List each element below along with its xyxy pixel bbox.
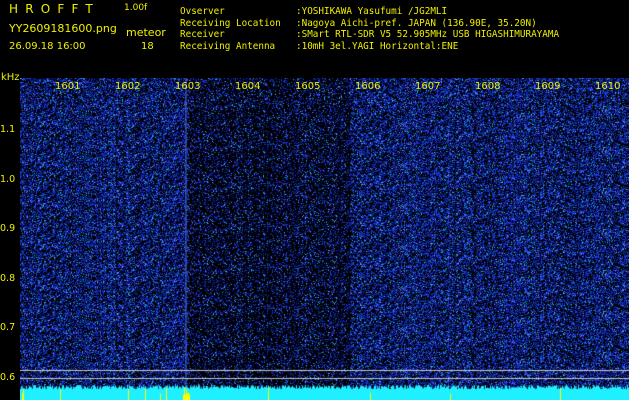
filename-label: YY2609181600.png [9,22,117,35]
y-tick-label: 1.1 [0,124,16,135]
info-label: Ovserver [180,6,225,17]
x-tick-label: 1610 [595,81,621,92]
version-label: 1.00f [124,3,148,13]
timestamp-label: 26.09.18 16:00 [9,41,86,52]
y-tick-label: 0.9 [0,223,16,234]
info-label: Receiving Antenna [180,40,276,52]
x-tick-label: 1601 [55,81,81,92]
x-tick-label: 1603 [175,81,201,92]
spectrogram-plot [20,78,629,400]
waterfall-canvas [20,78,629,400]
info-value: :Nagoya Aichi-pref. JAPAN (136.90E, 35.2… [296,17,537,29]
x-tick-label: 1602 [115,81,141,92]
x-tick-label: 1604 [235,81,261,92]
info-label: Receiving Location [180,17,281,29]
x-tick-label: 1609 [535,81,561,92]
x-tick-label: 1608 [475,81,501,92]
info-value: :SMart RTL-SDR V5 52.905MHz USB HIGASHIM… [296,29,560,40]
spectrogram-window: HROFFT 1.00f YY2609181600.png 26.09.18 1… [0,0,629,400]
x-tick-label: 1607 [415,81,441,92]
info-value: :YOSHIKAWA Yasufumi /JG2MLI [296,6,448,17]
y-tick-label: 0.7 [0,322,16,333]
y-axis-unit: kHz [1,72,20,83]
info-value: :10mH 3el.YAGI Horizontal:ENE [296,40,459,52]
app-title: HROFFT [9,2,100,16]
x-tick-label: 1605 [295,81,321,92]
x-tick-label: 1606 [355,81,381,92]
y-tick-label: 0.6 [0,372,16,383]
mode-label: meteor [126,26,166,39]
y-tick-label: 0.8 [0,273,16,284]
y-tick-label: 1.0 [0,174,16,185]
meteor-count: 18 [141,41,154,52]
info-label: Receiver [180,29,225,40]
